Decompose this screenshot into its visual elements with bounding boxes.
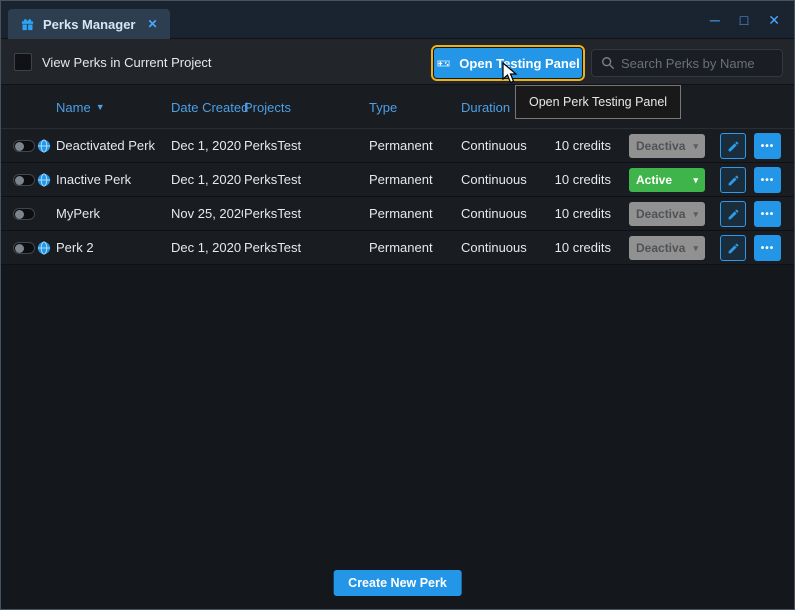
more-dots-icon: ••• <box>761 141 775 152</box>
perk-type: Permanent <box>369 129 459 163</box>
perk-name: MyPerk <box>56 197 169 231</box>
tab-title: Perks Manager <box>43 17 136 32</box>
perk-project: PerksTest <box>244 129 366 163</box>
global-perk-icon <box>37 173 51 187</box>
perk-date-created: Nov 25, 2020 <box>171 197 243 231</box>
chevron-down-icon: ▾ <box>693 175 698 186</box>
sort-desc-icon: ▼ <box>96 102 105 112</box>
perk-date-created: Dec 1, 2020 <box>171 163 243 197</box>
edit-perk-button[interactable] <box>720 167 746 193</box>
pencil-icon <box>727 242 740 255</box>
tooltip: Open Perk Testing Panel <box>515 85 681 119</box>
perk-status-dropdown[interactable]: Deactiva ▾ <box>629 236 705 260</box>
perk-date-created: Dec 1, 2020 <box>171 129 243 163</box>
perk-name: Deactivated Perk <box>56 129 169 163</box>
chevron-down-icon: ▾ <box>693 209 698 220</box>
perk-name: Perk 2 <box>56 231 169 265</box>
perk-duration: Continuous <box>461 129 549 163</box>
perk-status-dropdown[interactable]: Active ▾ <box>629 168 705 192</box>
more-dots-icon: ••• <box>761 209 775 220</box>
global-perk-icon <box>37 139 51 153</box>
perks-manager-window: Perks Manager ✕ ─ □ ✕ View Perks in Curr… <box>0 0 795 610</box>
pencil-icon <box>727 208 740 221</box>
close-button[interactable]: ✕ <box>768 13 780 27</box>
perk-name: Inactive Perk <box>56 163 169 197</box>
table-row: Deactivated Perk Dec 1, 2020 PerksTest P… <box>1 129 794 163</box>
toolbar: View Perks in Current Project Open Testi… <box>1 39 794 85</box>
perk-cost: 10 credits <box>549 163 611 197</box>
edit-perk-button[interactable] <box>720 201 746 227</box>
perk-project: PerksTest <box>244 231 366 265</box>
window-controls: ─ □ ✕ <box>710 1 780 39</box>
perk-enable-toggle[interactable] <box>13 242 35 254</box>
more-options-button[interactable]: ••• <box>754 167 781 193</box>
edit-perk-button[interactable] <box>720 235 746 261</box>
more-options-button[interactable]: ••• <box>754 201 781 227</box>
open-testing-panel-button[interactable]: Open Testing Panel <box>434 48 582 78</box>
perk-type: Permanent <box>369 163 459 197</box>
search-icon <box>601 56 615 70</box>
tab-perks-manager[interactable]: Perks Manager ✕ <box>8 9 170 39</box>
gift-icon <box>20 17 35 32</box>
perk-enable-toggle[interactable] <box>13 140 35 152</box>
perk-status-dropdown[interactable]: Deactiva ▾ <box>629 202 705 226</box>
chevron-down-icon: ▾ <box>693 243 698 254</box>
view-perks-checkbox[interactable] <box>14 53 32 71</box>
edit-perk-button[interactable] <box>720 133 746 159</box>
perk-duration: Continuous <box>461 197 549 231</box>
table-row: MyPerk Nov 25, 2020 PerksTest Permanent … <box>1 197 794 231</box>
perk-project: PerksTest <box>244 163 366 197</box>
chevron-down-icon: ▾ <box>693 141 698 152</box>
column-header-type[interactable]: Type <box>369 85 397 129</box>
column-header-date-created[interactable]: Date Created <box>171 85 248 129</box>
maximize-button[interactable]: □ <box>740 13 748 27</box>
empty-content-area <box>1 265 794 609</box>
more-options-button[interactable]: ••• <box>754 235 781 261</box>
perk-duration: Continuous <box>461 231 549 265</box>
more-options-button[interactable]: ••• <box>754 133 781 159</box>
pencil-icon <box>727 140 740 153</box>
more-dots-icon: ••• <box>761 243 775 254</box>
create-new-perk-button[interactable]: Create New Perk <box>333 570 462 596</box>
perk-cost: 10 credits <box>549 129 611 163</box>
tab-close-icon[interactable]: ✕ <box>148 17 158 31</box>
perk-status-dropdown[interactable]: Deactiva ▾ <box>629 134 705 158</box>
perk-cost: 10 credits <box>549 231 611 265</box>
minimize-button[interactable]: ─ <box>710 13 720 27</box>
pencil-icon <box>727 174 740 187</box>
search-input[interactable] <box>621 56 773 71</box>
perk-type: Permanent <box>369 231 459 265</box>
testing-panel-icon <box>436 56 451 71</box>
perk-cost: 10 credits <box>549 197 611 231</box>
view-perks-label: View Perks in Current Project <box>42 39 212 85</box>
global-perk-icon <box>37 241 51 255</box>
table-row: Inactive Perk Dec 1, 2020 PerksTest Perm… <box>1 163 794 197</box>
table-row: Perk 2 Dec 1, 2020 PerksTest Permanent C… <box>1 231 794 265</box>
column-header-name[interactable]: Name ▼ <box>56 85 105 129</box>
perk-enable-toggle[interactable] <box>13 174 35 186</box>
open-testing-panel-label: Open Testing Panel <box>459 56 579 71</box>
perk-duration: Continuous <box>461 163 549 197</box>
perk-date-created: Dec 1, 2020 <box>171 231 243 265</box>
perk-project: PerksTest <box>244 197 366 231</box>
perk-type: Permanent <box>369 197 459 231</box>
title-bar: Perks Manager ✕ ─ □ ✕ <box>1 1 794 39</box>
more-dots-icon: ••• <box>761 175 775 186</box>
column-header-duration[interactable]: Duration <box>461 85 510 129</box>
column-header-projects[interactable]: Projects <box>244 85 291 129</box>
perks-table: Deactivated Perk Dec 1, 2020 PerksTest P… <box>1 129 794 265</box>
perk-enable-toggle[interactable] <box>13 208 35 220</box>
search-box <box>591 49 783 77</box>
